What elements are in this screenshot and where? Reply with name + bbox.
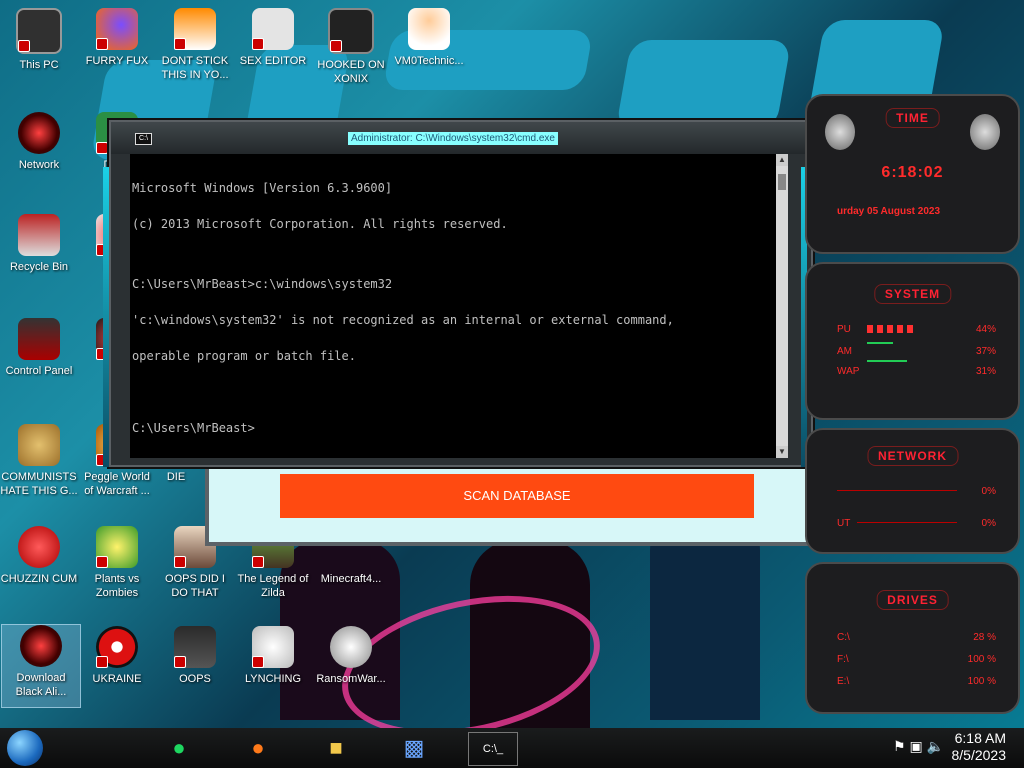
scan-app-window: SCAN DATABASE — [205, 460, 817, 546]
system-widget: SYSTEM PU 44% AM 37% WAP 31% — [805, 262, 1020, 420]
drive-f-value: 100 % — [967, 654, 996, 665]
gear-flag-icon — [252, 626, 294, 668]
computer-icon — [16, 8, 62, 54]
cmd-window[interactable]: C:\ Administrator: C:\Windows\system32\c… — [103, 120, 813, 467]
alien-head-icon — [970, 114, 1000, 150]
alien-orb-icon — [20, 625, 62, 667]
desktop-icon-network[interactable]: Network — [0, 112, 78, 172]
scroll-up-arrow-icon[interactable]: ▲ — [776, 154, 788, 166]
desktop-icon-oops[interactable]: OOPS — [156, 626, 234, 686]
time-widget-date: urday 05 August 2023 — [837, 206, 941, 217]
cpu-bar — [867, 325, 915, 333]
radiation-icon — [96, 626, 138, 668]
xonix-game-icon — [328, 8, 374, 54]
window-frame-glow — [103, 167, 109, 467]
swap-value: 31% — [975, 366, 996, 377]
desktop-icon-vm0technic[interactable]: VM0Technic... — [390, 8, 468, 68]
drive-e-value: 100 % — [967, 676, 996, 687]
ram-graph — [867, 342, 893, 344]
control-panel-icon — [18, 318, 60, 360]
swap-graph — [867, 360, 907, 362]
taskbar: ● ● ■ ▩ C:\_ ⚑ ▣ 🔈 6:18 AM 8/5/2023 — [0, 728, 1024, 768]
drive-c-label: C:\ — [837, 632, 850, 643]
system-widget-title: SYSTEM — [873, 284, 952, 304]
desktop-icon-control-panel[interactable]: Control Panel — [0, 318, 78, 378]
desktop-icon-furry-fux[interactable]: FURRY FUX — [78, 8, 156, 68]
desktop-icon-recycle-bin[interactable]: Recycle Bin — [0, 214, 78, 274]
start-button[interactable] — [7, 730, 43, 766]
console-line: C:\Users\MrBeast>c:\windows\system32 — [132, 277, 393, 291]
console-line: (c) 2013 Microsoft Corporation. All righ… — [132, 217, 508, 231]
drives-widget-title: DRIVES — [876, 590, 949, 610]
vlc-cone-icon — [174, 8, 216, 50]
desktop-icon-this-pc[interactable]: This PC — [0, 8, 78, 72]
taskbar-spotify-icon[interactable]: ● — [160, 732, 198, 764]
money-bag-icon — [18, 424, 60, 466]
taskbar-time: 6:18 AM — [954, 730, 1006, 746]
doctor-icon — [408, 8, 450, 50]
desktop-icon-ukraine[interactable]: UKRAINE — [78, 626, 156, 686]
desktop-icon-chuzzin-cum[interactable]: CHUZZIN CUM — [0, 526, 78, 586]
desktop-icon-plants-vs-zombies[interactable]: Plants vs Zombies — [78, 526, 156, 600]
time-widget-title: TIME — [885, 108, 940, 128]
network-out-value: 0% — [981, 518, 996, 529]
drive-f-label: F:\ — [837, 654, 849, 665]
scroll-thumb[interactable] — [778, 174, 786, 190]
flag-icon[interactable]: ⚑ — [893, 738, 906, 754]
taskbar-file-explorer-icon[interactable]: ■ — [317, 732, 355, 764]
network-in-graph — [837, 490, 957, 491]
scroll-down-arrow-icon[interactable]: ▼ — [776, 446, 788, 458]
cmd-titlebar[interactable]: C:\ Administrator: C:\Windows\system32\c… — [111, 122, 811, 154]
swap-label: WAP — [837, 366, 860, 377]
console-line: Microsoft Windows [Version 6.3.9600] — [132, 181, 393, 195]
skull-icon — [330, 626, 372, 668]
taskbar-firefox-icon[interactable]: ● — [239, 732, 277, 764]
desktop-icon-download-black-alien[interactable]: Download Black Ali... — [1, 624, 81, 708]
flower-icon — [96, 526, 138, 568]
network-out-label: UT — [837, 518, 851, 529]
alien-orb-icon — [18, 112, 60, 154]
drive-c-value: 28 % — [973, 632, 996, 643]
cmd-title: Administrator: C:\Windows\system32\cmd.e… — [348, 132, 558, 145]
scan-database-button[interactable]: SCAN DATABASE — [280, 474, 754, 518]
network-status-icon[interactable]: ▣ — [909, 738, 922, 754]
desktop-icon-dont-stick[interactable]: DONT STICK THIS IN YO... — [156, 8, 234, 82]
alien-head-icon — [825, 114, 855, 150]
ram-value: 37% — [975, 346, 996, 357]
recycle-bin-icon — [18, 214, 60, 256]
cpu-value: 44% — [975, 324, 996, 335]
firefox-icon — [96, 8, 138, 50]
network-widget: NETWORK 0% UT 0% — [805, 428, 1020, 554]
network-in-value: 0% — [981, 486, 996, 497]
console-line: operable program or batch file. — [132, 349, 356, 363]
volume-icon[interactable]: 🔈 — [927, 738, 944, 754]
desktop-icon-lynching[interactable]: LYNCHING — [234, 626, 312, 686]
taskbar-clock[interactable]: 6:18 AM 8/5/2023 — [952, 730, 1007, 764]
taskbar-control-panel-icon[interactable]: ▩ — [395, 732, 433, 764]
console-line: 'c:\windows\system32' is not recognized … — [132, 313, 674, 327]
hxd-editor-icon — [252, 8, 294, 50]
drive-e-label: E:\ — [837, 676, 850, 687]
chuzzle-icon — [18, 526, 60, 568]
cpu-label: PU — [837, 324, 851, 335]
time-widget-clock: 6:18:02 — [881, 164, 944, 181]
drives-widget: DRIVES C:\ 28 % F:\ 100 % E:\ 100 % — [805, 562, 1020, 714]
taskbar-date: 8/5/2023 — [951, 747, 1007, 763]
time-widget: TIME 6:18:02 urday 05 August 2023 — [805, 94, 1020, 254]
system-tray: ⚑ ▣ 🔈 — [893, 738, 944, 755]
ram-label: AM — [837, 346, 852, 357]
console-prompt: C:\Users\MrBeast> — [132, 421, 255, 435]
desktop-icon-hooked-on-xonix[interactable]: HOOKED ON XONIX — [312, 8, 390, 86]
taskbar-cmd-icon[interactable]: C:\_ — [468, 732, 518, 766]
desktop-icon-ransomware[interactable]: RansomWar... — [312, 626, 390, 686]
network-out-graph — [857, 522, 957, 523]
desktop-icon-communists[interactable]: COMMUNISTS HATE THIS G... — [0, 424, 78, 498]
cmd-icon: C:\ — [135, 133, 152, 145]
network-widget-title: NETWORK — [867, 446, 958, 466]
desktop-icon-sex-editor[interactable]: SEX EDITOR — [234, 8, 312, 68]
app-window-icon — [174, 626, 216, 668]
console-scrollbar[interactable]: ▲ ▼ — [776, 154, 788, 458]
console-output[interactable]: Microsoft Windows [Version 6.3.9600] (c)… — [130, 154, 776, 458]
